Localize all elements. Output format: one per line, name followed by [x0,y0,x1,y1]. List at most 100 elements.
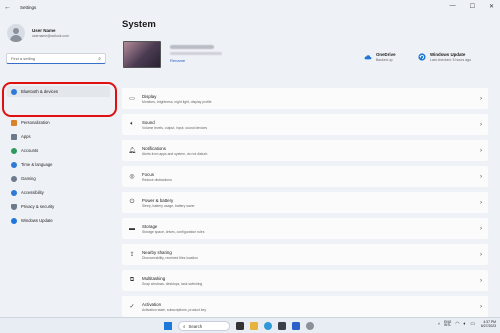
card-title: Multitasking [142,275,166,281]
edge-icon[interactable] [264,322,272,330]
user-name: User Name [32,28,56,33]
sidebar-item-windows-update[interactable]: Windows Update [7,215,110,226]
card-activation[interactable]: ✓ Activation Activation state, subscript… [122,296,488,317]
card-multitasking[interactable]: ⧉ Multitasking Snap windows, desktops, t… [122,270,488,291]
sidebar-item-accessibility[interactable]: Accessibility [7,187,110,198]
store-icon[interactable] [278,322,286,330]
sidebar-item-label: Accessibility [21,190,44,195]
user-profile[interactable]: User Name username@outlook.com [7,24,69,42]
activation-icon: ✓ [129,304,135,310]
search-icon: ⌕ [183,323,186,329]
search-input[interactable]: Find a setting ⌕ [6,53,106,64]
card-notifications[interactable]: 🔔︎ Notifications Alerts from apps and sy… [122,140,488,161]
update-icon [418,53,426,61]
chevron-right-icon: › [480,147,482,154]
maximize-icon[interactable]: ☐ [470,3,475,10]
system-tray: ^ ENG INTL ◠ 🔈︎ ▭ 4:37 PM 6/27/2023 [438,320,496,329]
windows-update-status[interactable]: Windows Update Last checked: 5 hours ago [418,52,471,62]
card-title: Focus [142,171,154,177]
chevron-right-icon: › [480,303,482,310]
display-icon: ▭ [129,96,135,102]
card-subtitle: Activation state, subscriptions, product… [142,307,207,312]
focus-icon: ◎ [129,174,135,180]
mail-icon[interactable] [292,322,300,330]
cloud-icon [364,55,372,60]
chevron-right-icon: › [480,121,482,128]
start-button-windows-icon[interactable] [164,322,172,330]
card-subtitle: Snap windows, desktops, task switching [142,281,203,286]
card-power-battery[interactable]: ⏻ Power & battery Sleep, battery usage, … [122,192,488,213]
close-icon[interactable]: ✕ [489,3,494,10]
card-sound[interactable]: 🔈︎ Sound Volume levels, output, input, s… [122,114,488,135]
clock-date: 6/27/2023 [480,324,496,329]
device-image [123,41,161,68]
device-name-blurred [170,45,214,49]
sidebar-item-label: Time & language [21,162,53,167]
avatar-head-icon [13,28,19,34]
onedrive-status[interactable]: OneDrive Backed up [364,52,396,62]
settings-window: ← Settings — ☐ ✕ User Name username@outl… [0,0,500,317]
onedrive-subtitle: Backed up [376,58,393,62]
card-focus[interactable]: ◎ Focus Reduce distractions › [122,166,488,187]
card-subtitle: Volume levels, output, input, sound devi… [142,125,208,130]
sidebar-item-apps[interactable]: Apps [7,131,110,142]
shield-icon [11,203,17,210]
globe-clock-icon [11,161,17,168]
taskbar: ⌕ Search ^ ENG INTL ◠ 🔈︎ ▭ 4:37 PM 6/27/… [0,317,500,333]
sidebar-item-label: Apps [21,134,31,139]
sidebar-item-privacy-security[interactable]: Privacy & security [7,201,110,212]
sidebar-item-label: Privacy & security [21,204,55,209]
search-icon: ⌕ [98,55,101,62]
accessibility-icon [11,189,17,196]
multitask-icon: ⧉ [129,277,135,283]
language-indicator[interactable]: ENG INTL [444,320,451,328]
card-subtitle: Reduce distractions [142,177,172,182]
card-title: Notifications [142,145,166,151]
task-view-icon[interactable] [236,322,244,330]
avatar [7,24,25,42]
file-explorer-icon[interactable] [250,322,258,330]
user-email: username@outlook.com [32,34,69,38]
card-subtitle: Sleep, battery usage, battery saver [142,203,195,208]
card-title: Sound [142,119,155,125]
windows-update-title: Windows Update [430,52,466,57]
sidebar-item-time-language[interactable]: Time & language [7,159,110,170]
update-icon [11,217,17,224]
back-arrow-icon[interactable]: ← [4,4,16,11]
settings-gear-icon[interactable] [306,322,314,330]
wifi-icon[interactable]: ◠ [455,322,459,327]
card-display[interactable]: ▭ Display Monitors, brightness, night li… [122,88,488,109]
card-subtitle: Alerts from apps and system, do not dist… [142,151,208,156]
sidebar-item-label: Gaming [21,176,36,181]
person-icon [11,147,17,154]
taskbar-search[interactable]: ⌕ Search [178,321,230,331]
chevron-right-icon: › [480,173,482,180]
chevron-up-icon[interactable]: ^ [438,322,440,327]
windows-update-subtitle: Last checked: 5 hours ago [430,58,472,62]
chevron-right-icon: › [480,95,482,102]
sidebar-item-label: Windows Update [21,218,53,223]
minimize-icon[interactable]: — [450,3,456,10]
power-icon: ⏻ [129,199,135,205]
sidebar-item-bluetooth-devices[interactable]: Bluetooth & devices [7,86,110,97]
card-title: Storage [142,223,158,229]
sidebar-item-accounts[interactable]: Accounts [7,145,110,156]
sidebar-item-gaming[interactable]: Gaming [7,173,110,184]
volume-icon[interactable]: 🔈︎ [463,321,466,327]
sidebar-item-label: Bluetooth & devices [21,89,59,94]
chevron-right-icon: › [480,225,482,232]
card-nearby-sharing[interactable]: ⇪ Nearby sharing Discoverability, receiv… [122,244,488,265]
onedrive-title: OneDrive [376,52,396,57]
controller-icon [11,175,17,182]
battery-icon[interactable]: ▭ [470,322,475,327]
card-subtitle: Storage space, drives, configuration rul… [142,229,205,234]
card-storage[interactable]: ▬ Storage Storage space, drives, configu… [122,218,488,239]
clock[interactable]: 4:37 PM 6/27/2023 [481,320,496,329]
card-subtitle: Discoverability, received files location [142,255,198,260]
rename-link[interactable]: Rename [170,58,185,63]
card-title: Activation [142,301,162,307]
search-placeholder: Find a setting [11,56,36,61]
card-subtitle: Monitors, brightness, night light, displ… [142,99,212,104]
sidebar-item-personalization[interactable]: Personalization [7,117,110,128]
window-controls: — ☐ ✕ [450,3,494,10]
